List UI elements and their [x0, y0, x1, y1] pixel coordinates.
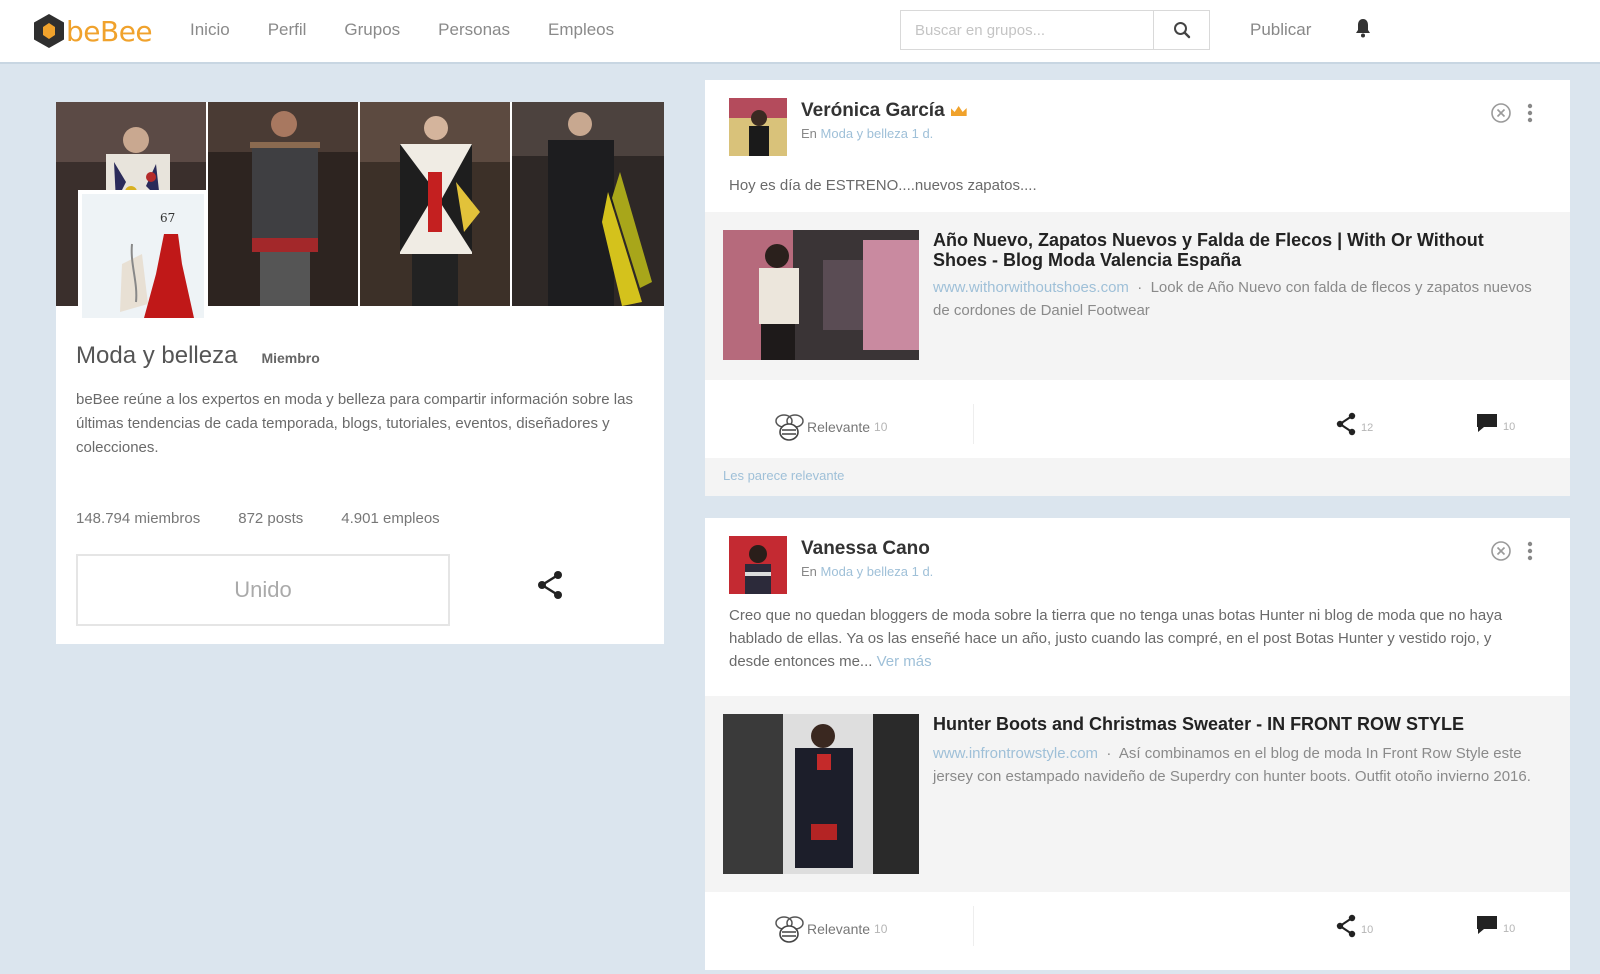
comment-button[interactable]: 10 [1475, 914, 1515, 936]
post-meta: En Moda y belleza 1 d. [801, 564, 933, 579]
action-divider [973, 404, 974, 444]
link-description: www.infrontrowstyle.com · Así combinamos… [933, 745, 1531, 785]
posts-count[interactable]: 872 posts [238, 510, 303, 527]
relevant-button[interactable]: Relevante 10 [773, 412, 887, 442]
comment-count: 10 [1503, 421, 1516, 433]
relevant-footer-link[interactable]: Les parece relevante [705, 458, 1570, 496]
main-nav: Inicio Perfil Grupos Personas Empleos [190, 20, 652, 40]
group-title-row: Moda y belleza Miembro [76, 342, 320, 370]
group-card: 67 Moda y belleza Miembro beBee reúne a … [56, 102, 664, 644]
bee-hexagon-icon [34, 14, 64, 48]
comment-count: 10 [1503, 923, 1516, 935]
see-more-link[interactable]: Ver más [877, 653, 932, 670]
post-text: Creo que no quedan bloggers de moda sobr… [729, 604, 1529, 673]
share-button[interactable]: 12 [1335, 412, 1373, 436]
relevant-count: 10 [874, 420, 888, 434]
publish-link[interactable]: Publicar [1250, 20, 1311, 40]
post-text-body: Creo que no quedan bloggers de moda sobr… [729, 607, 1503, 670]
meta-time: 1 d. [911, 564, 934, 579]
logo-text: beBee [66, 14, 153, 48]
notifications-bell-icon[interactable] [1355, 18, 1371, 43]
top-navigation-bar: beBee Inicio Perfil Grupos Personas Empl… [0, 0, 1600, 64]
author-name[interactable]: Verónica García [801, 100, 967, 122]
link-preview[interactable]: Hunter Boots and Christmas Sweater - IN … [705, 696, 1570, 892]
meta-group-link[interactable]: Moda y belleza [821, 564, 908, 579]
bee-relevant-icon [775, 916, 804, 943]
link-url[interactable]: www.withorwithoutshoes.com [933, 279, 1129, 296]
post-card: Verónica García En Moda y belleza 1 d. H… [705, 80, 1570, 496]
share-count: 10 [1361, 924, 1374, 936]
nav-item-personas[interactable]: Personas [438, 20, 510, 40]
member-badge: Miembro [261, 350, 320, 366]
author-name[interactable]: Vanessa Cano [801, 538, 930, 560]
meta-prefix: En [801, 564, 817, 579]
cover-photo-4 [512, 102, 664, 306]
share-button[interactable]: 10 [1335, 914, 1373, 938]
post-meta: En Moda y belleza 1 d. [801, 126, 933, 141]
search-box [900, 10, 1210, 50]
group-description: beBee reúne a los expertos en moda y bel… [76, 391, 633, 456]
comment-icon [1477, 916, 1497, 934]
share-count: 12 [1361, 422, 1374, 434]
relevant-button[interactable]: Relevante 10 [773, 914, 887, 944]
dismiss-post-icon[interactable] [1490, 102, 1512, 129]
share-icon [1336, 914, 1356, 938]
bebee-logo[interactable]: beBee [34, 14, 153, 48]
members-count[interactable]: 148.794 miembros [76, 510, 200, 527]
share-icon [1336, 412, 1356, 436]
meta-prefix: En [801, 126, 817, 141]
search-icon [1173, 22, 1190, 39]
share-group-icon[interactable] [536, 570, 564, 605]
meta-group-link[interactable]: Moda y belleza [821, 126, 908, 141]
author-name-text: Verónica García [801, 100, 945, 121]
nav-item-empleos[interactable]: Empleos [548, 20, 614, 40]
joined-button[interactable]: Unido [76, 554, 450, 626]
post-actions: Relevante 10 12 10 [705, 394, 1570, 454]
nav-item-perfil[interactable]: Perfil [268, 20, 307, 40]
link-preview[interactable]: Año Nuevo, Zapatos Nuevos y Falda de Fle… [705, 212, 1570, 380]
relevant-label: Relevante [807, 419, 871, 435]
comment-button[interactable]: 10 [1475, 412, 1515, 434]
crown-icon [950, 106, 967, 116]
group-title: Moda y belleza [76, 342, 238, 369]
post-actions: Relevante 10 10 10 [705, 896, 1570, 956]
nav-item-inicio[interactable]: Inicio [190, 20, 230, 40]
meta-time: 1 d. [911, 126, 934, 141]
author-avatar[interactable] [729, 536, 787, 594]
link-url[interactable]: www.infrontrowstyle.com [933, 745, 1098, 762]
relevant-label: Relevante [807, 921, 871, 937]
post-card: Vanessa Cano En Moda y belleza 1 d. Creo… [705, 518, 1570, 970]
more-options-icon[interactable] [1527, 102, 1533, 129]
more-options-icon[interactable] [1527, 540, 1533, 567]
nav-item-grupos[interactable]: Grupos [344, 20, 400, 40]
search-button[interactable] [1153, 11, 1209, 49]
cover-photo-2 [208, 102, 360, 306]
cover-photo-3 [360, 102, 512, 306]
author-avatar[interactable] [729, 98, 787, 156]
comment-icon [1477, 414, 1497, 432]
dismiss-post-icon[interactable] [1490, 540, 1512, 567]
action-divider [973, 906, 974, 946]
link-preview-image[interactable] [723, 714, 919, 874]
link-preview-image[interactable] [723, 230, 919, 360]
bee-relevant-icon [775, 414, 804, 441]
relevant-count: 10 [874, 922, 888, 936]
post-text: Hoy es día de ESTRENO....nuevos zapatos.… [729, 177, 1037, 194]
link-title[interactable]: Hunter Boots and Christmas Sweater - IN … [933, 714, 1533, 734]
link-title[interactable]: Año Nuevo, Zapatos Nuevos y Falda de Fle… [933, 230, 1533, 270]
group-thumbnail[interactable]: 67 [78, 190, 208, 322]
link-description: www.withorwithoutshoes.com · Look de Año… [933, 279, 1532, 319]
search-input[interactable] [901, 11, 1153, 49]
group-stats: 148.794 miembros 872 posts 4.901 empleos [76, 510, 478, 527]
svg-text:67: 67 [160, 211, 175, 225]
jobs-count[interactable]: 4.901 empleos [341, 510, 439, 527]
